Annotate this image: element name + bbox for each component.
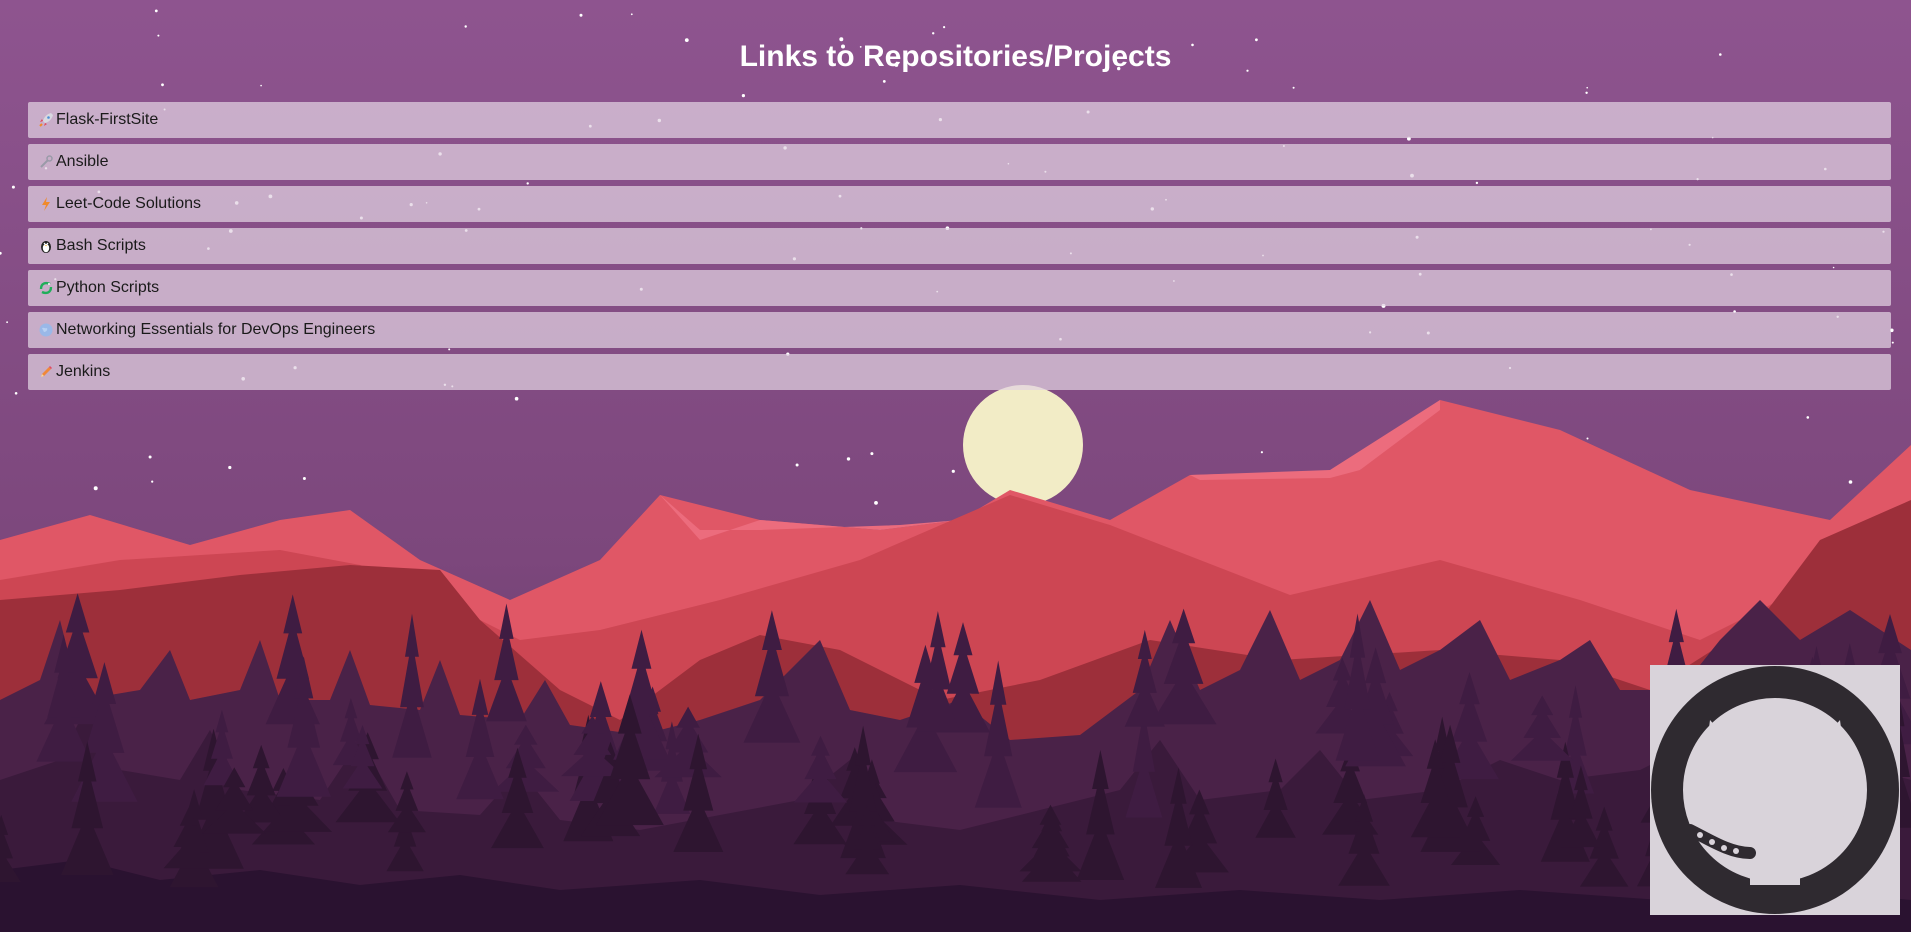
repo-link-flask-firstsite[interactable]: Flask-FirstSite [28, 102, 1891, 138]
repo-link-ansible[interactable]: Ansible [28, 144, 1891, 180]
star [228, 465, 232, 470]
star [1585, 91, 1588, 95]
repo-label[interactable]: Flask-FirstSite [56, 111, 158, 129]
star [1806, 416, 1810, 419]
repo-label[interactable]: Leet-Code Solutions [56, 195, 201, 213]
github-octocat-icon [1650, 665, 1900, 915]
repo-link-list: Flask-FirstSite Ansible Leet-Code Soluti… [28, 102, 1891, 396]
repo-link-networking-essentials[interactable]: Networking Essentials for DevOps Enginee… [28, 312, 1891, 348]
repo-link-leet-code-solutions[interactable]: Leet-Code Solutions [28, 186, 1891, 222]
star [302, 477, 306, 480]
star [161, 83, 164, 87]
python-icon [38, 280, 54, 296]
repo-label[interactable]: Bash Scripts [56, 237, 146, 255]
repo-label[interactable]: Jenkins [56, 363, 110, 381]
star [795, 463, 799, 467]
moon [963, 385, 1083, 505]
star [882, 80, 886, 83]
star [943, 26, 946, 29]
repo-label[interactable]: Networking Essentials for DevOps Enginee… [56, 321, 375, 339]
star [260, 84, 262, 87]
penguin-icon [38, 238, 54, 254]
rocket-icon [38, 112, 54, 128]
repo-label[interactable]: Ansible [56, 153, 108, 171]
star [157, 34, 160, 37]
star [1260, 451, 1263, 454]
repo-label[interactable]: Python Scripts [56, 279, 159, 297]
repo-link-bash-scripts[interactable]: Bash Scripts [28, 228, 1891, 264]
star [154, 9, 158, 13]
pencil-icon [38, 364, 54, 380]
star [14, 392, 18, 395]
star [11, 185, 15, 189]
star [741, 94, 746, 98]
star [874, 501, 878, 505]
repo-link-jenkins[interactable]: Jenkins [28, 354, 1891, 390]
lightning-icon [38, 196, 54, 212]
star [93, 486, 98, 491]
star [951, 469, 955, 473]
star [6, 321, 8, 324]
star [1586, 437, 1589, 440]
star [1891, 341, 1894, 344]
star [1848, 480, 1853, 484]
star [630, 13, 633, 16]
repo-link-python-scripts[interactable]: Python Scripts [28, 270, 1891, 306]
star [514, 396, 519, 401]
globe-icon [38, 322, 54, 338]
star [1586, 86, 1588, 89]
star [151, 480, 154, 483]
star [1292, 86, 1295, 89]
github-link[interactable] [1650, 665, 1900, 915]
star [870, 452, 874, 456]
page-title: Links to Repositories/Projects [739, 40, 1172, 73]
star [148, 455, 152, 459]
wrench-icon [38, 154, 54, 170]
star [846, 457, 851, 461]
star [579, 13, 583, 17]
star [464, 25, 467, 28]
star [932, 32, 935, 35]
